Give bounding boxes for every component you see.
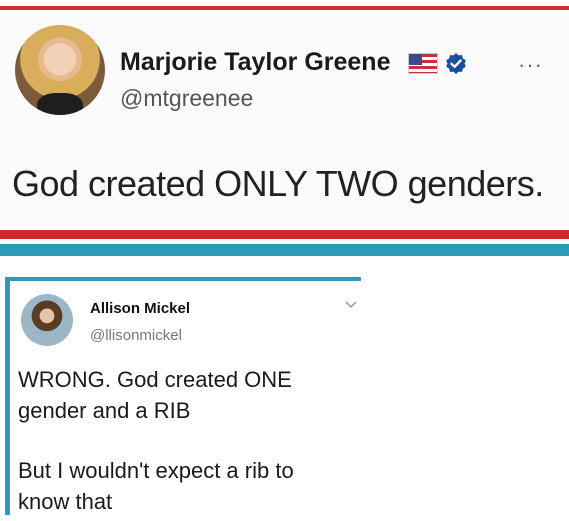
reply-text-line: gender and a RIB	[18, 398, 191, 423]
reply-avatar[interactable]	[21, 294, 73, 346]
flag-canton	[409, 54, 422, 65]
tweet-text: God created ONLY TWO genders.	[12, 163, 544, 204]
blue-stripe	[0, 244, 569, 256]
reply-text-line: WRONG. God created ONE	[18, 367, 292, 392]
us-flag-icon	[408, 53, 438, 74]
reply-text-line: But I wouldn't expect a rib to	[18, 458, 294, 483]
reply-author-name[interactable]: Allison Mickel	[90, 300, 190, 317]
reply-border-left	[5, 277, 10, 515]
verified-badge-icon	[446, 53, 466, 74]
tweet-author-name[interactable]: Marjorie Taylor Greene	[120, 48, 390, 77]
top-red-stripe	[0, 6, 569, 10]
reply-border-top	[5, 277, 361, 281]
avatar-shirt	[37, 93, 83, 115]
reply-text-line: know that	[18, 489, 113, 514]
reply-author-handle[interactable]: @llisonmickel	[90, 327, 182, 344]
chevron-down-icon[interactable]	[344, 300, 358, 310]
red-stripe	[0, 230, 569, 239]
avatar[interactable]	[15, 25, 105, 115]
more-options-icon[interactable]: ···	[518, 52, 543, 78]
tweet-author-handle[interactable]: @mtgreenee	[120, 85, 253, 112]
